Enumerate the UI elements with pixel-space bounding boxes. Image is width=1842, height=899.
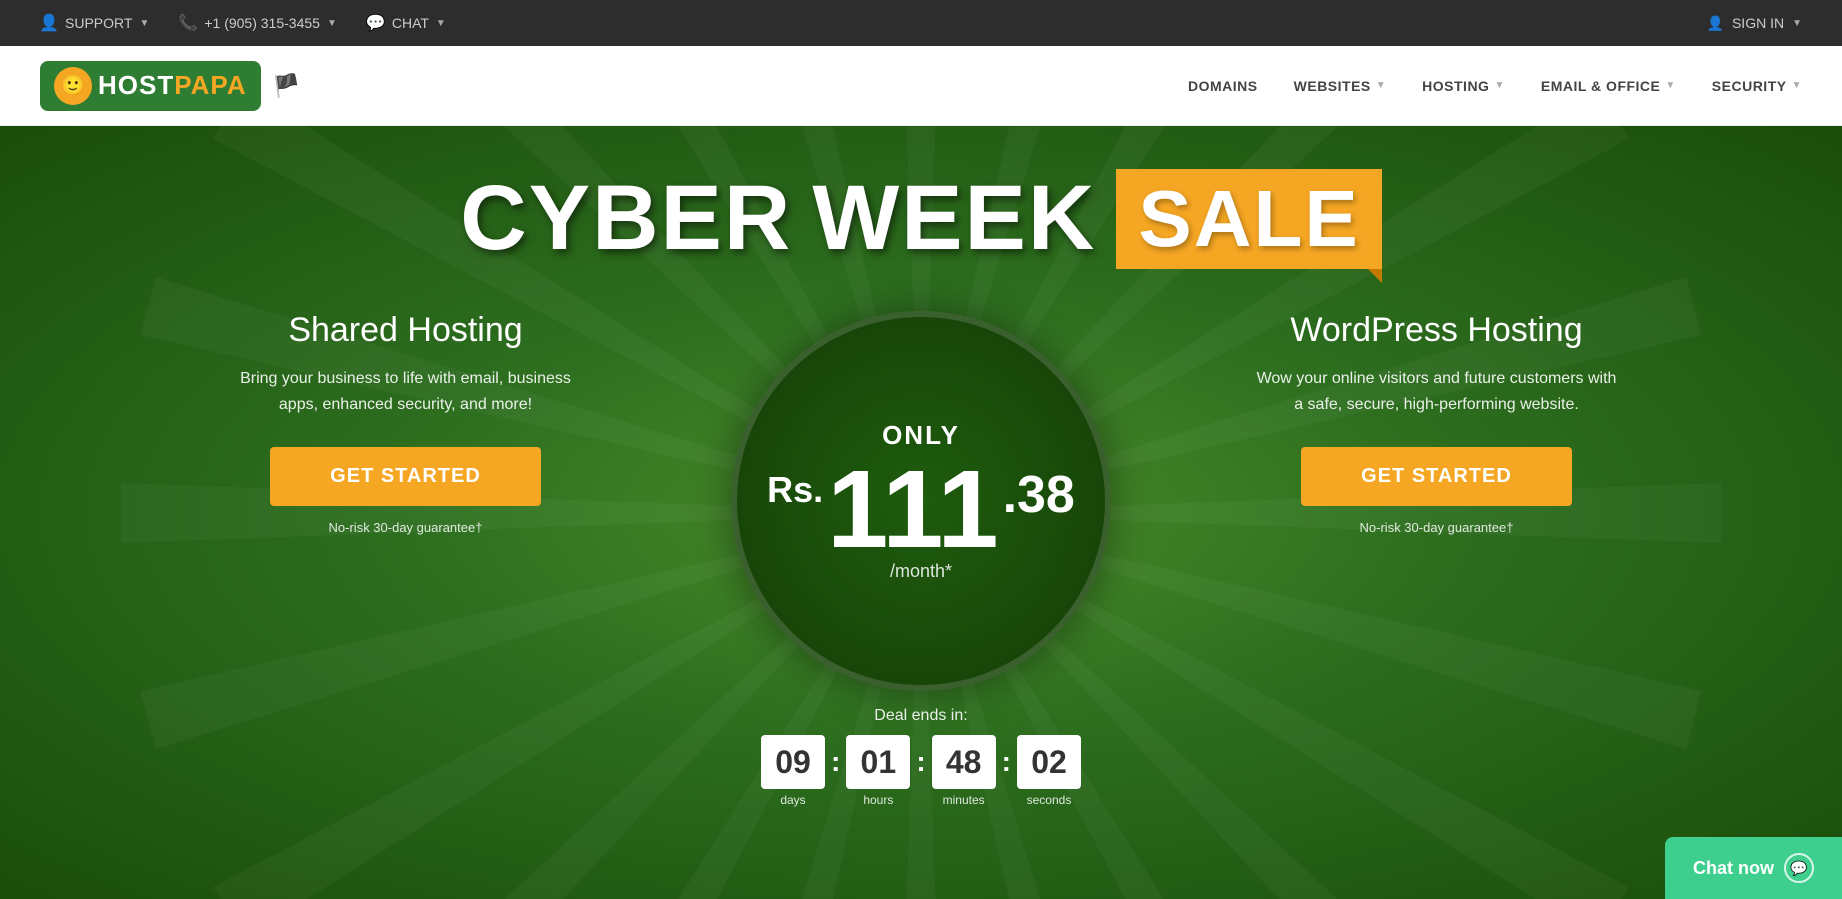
wordpress-get-started-button[interactable]: GET STARTED [1301, 447, 1572, 506]
logo-box[interactable]: 🙂 HOSTPAPA [40, 61, 261, 111]
phone-icon: 📞 [179, 14, 197, 32]
countdown-days-block: 09 days [761, 735, 825, 807]
nav-hosting[interactable]: HOSTING ▼ [1422, 78, 1505, 94]
signin-chevron: ▼ [1792, 18, 1802, 29]
support-label: SUPPORT [65, 15, 132, 31]
signin-label: SIGN IN [1732, 15, 1784, 31]
countdown-days-label: days [780, 793, 805, 807]
domains-label: DOMAINS [1188, 78, 1258, 94]
price-circle: ONLY Rs. 111 .38 /month* [731, 311, 1111, 691]
india-flag[interactable]: 🏴 [273, 73, 300, 99]
price-rs-text: Rs. [767, 469, 823, 511]
chat-icon: 💬 [367, 14, 385, 32]
price-center: ONLY Rs. 111 .38 /month* Deal ends in: 0… [731, 311, 1111, 807]
email-chevron: ▼ [1665, 80, 1675, 91]
countdown-days-number: 09 [761, 735, 825, 789]
logo-area: 🙂 HOSTPAPA 🏴 [40, 61, 300, 111]
shared-hosting-col: Shared Hosting Bring your business to li… [80, 311, 731, 535]
security-label: SECURITY [1712, 78, 1787, 94]
chat-now-label: Chat now [1693, 858, 1774, 879]
hero-cyber-text: CYBER [460, 166, 792, 271]
nav-websites[interactable]: WEBSITES ▼ [1294, 78, 1387, 94]
support-icon: 👤 [40, 14, 58, 32]
phone-link[interactable]: 📞 +1 (905) 315-3455 ▼ [179, 14, 337, 32]
shared-hosting-title: Shared Hosting [288, 311, 522, 350]
countdown-hours-label: hours [863, 793, 893, 807]
chat-label: CHAT [392, 15, 429, 31]
countdown-seconds-number: 02 [1017, 735, 1081, 789]
logo-mascot: 🙂 [54, 67, 92, 105]
hero-title-row: CYBER WEEK SALE [460, 166, 1381, 271]
chat-link[interactable]: 💬 CHAT ▼ [367, 14, 446, 32]
chat-circle-icon: 💬 [1784, 853, 1814, 883]
security-chevron: ▼ [1792, 80, 1802, 91]
shared-guarantee-text: No-risk 30-day guarantee† [329, 520, 483, 535]
topbar-left: 👤 SUPPORT ▼ 📞 +1 (905) 315-3455 ▼ 💬 CHAT… [40, 14, 446, 32]
phone-chevron: ▼ [327, 18, 337, 29]
main-nav: DOMAINS WEBSITES ▼ HOSTING ▼ EMAIL & OFF… [300, 78, 1802, 94]
countdown: 09 days : 01 hours : 48 minutes : 02 sec… [761, 735, 1081, 807]
person-icon: 👤 [1707, 15, 1724, 32]
countdown-minutes-number: 48 [932, 735, 996, 789]
countdown-seconds-label: seconds [1027, 793, 1072, 807]
chat-now-button[interactable]: Chat now 💬 [1665, 837, 1842, 899]
countdown-sep-3: : [1002, 746, 1011, 778]
phone-label: +1 (905) 315-3455 [204, 15, 320, 31]
chat-chevron: ▼ [436, 18, 446, 29]
topbar: 👤 SUPPORT ▼ 📞 +1 (905) 315-3455 ▼ 💬 CHAT… [0, 0, 1842, 46]
countdown-minutes-block: 48 minutes [932, 735, 996, 807]
header: 🙂 HOSTPAPA 🏴 DOMAINS WEBSITES ▼ HOSTING … [0, 46, 1842, 126]
countdown-hours-block: 01 hours [846, 735, 910, 807]
logo-text: HOSTPAPA [98, 70, 247, 101]
countdown-sep-2: : [916, 746, 925, 778]
hero-sale-badge: SALE [1116, 169, 1381, 269]
wordpress-hosting-title: WordPress Hosting [1290, 311, 1582, 350]
hero-section: CYBER WEEK SALE Shared Hosting Bring you… [0, 126, 1842, 899]
signin-link[interactable]: 👤 SIGN IN ▼ [1707, 15, 1802, 32]
deal-ends-text: Deal ends in: [874, 707, 967, 725]
price-row: Rs. 111 .38 [767, 455, 1075, 565]
websites-label: WEBSITES [1294, 78, 1371, 94]
nav-email[interactable]: EMAIL & OFFICE ▼ [1541, 78, 1676, 94]
nav-security[interactable]: SECURITY ▼ [1712, 78, 1802, 94]
wordpress-hosting-desc: Wow your online visitors and future cust… [1257, 366, 1617, 417]
hosting-chevron: ▼ [1494, 80, 1504, 91]
websites-chevron: ▼ [1376, 80, 1386, 91]
hero-content: Shared Hosting Bring your business to li… [0, 311, 1842, 807]
price-main-number: 111 [827, 455, 998, 565]
price-decimal-text: .38 [1003, 465, 1075, 525]
support-chevron: ▼ [139, 18, 149, 29]
nav-domains[interactable]: DOMAINS [1188, 78, 1258, 94]
countdown-hours-number: 01 [846, 735, 910, 789]
countdown-minutes-label: minutes [943, 793, 985, 807]
wordpress-guarantee-text: No-risk 30-day guarantee† [1360, 520, 1514, 535]
price-only-text: ONLY [882, 420, 960, 451]
wordpress-hosting-col: WordPress Hosting Wow your online visito… [1111, 311, 1762, 535]
hero-sale-text: SALE [1138, 174, 1359, 263]
shared-hosting-desc: Bring your business to life with email, … [226, 366, 586, 417]
hero-week-text: WEEK [812, 166, 1096, 271]
countdown-seconds-block: 02 seconds [1017, 735, 1081, 807]
shared-get-started-button[interactable]: GET STARTED [270, 447, 541, 506]
countdown-sep-1: : [831, 746, 840, 778]
support-link[interactable]: 👤 SUPPORT ▼ [40, 14, 149, 32]
hosting-label: HOSTING [1422, 78, 1489, 94]
email-label: EMAIL & OFFICE [1541, 78, 1661, 94]
price-month-text: /month* [890, 561, 952, 582]
